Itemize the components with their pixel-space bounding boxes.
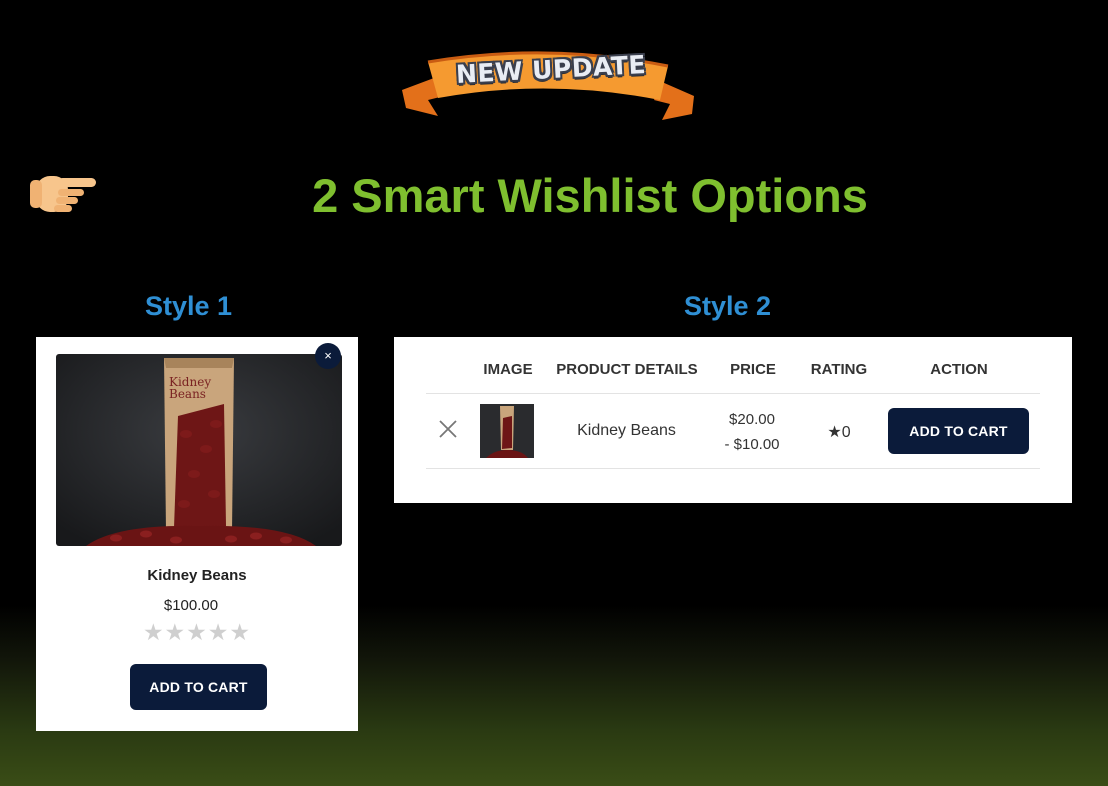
price-low: - $10.00 <box>724 436 780 453</box>
header-product-details: PRODUCT DETAILS <box>556 361 698 378</box>
headline: 2 Smart Wishlist Options <box>312 169 868 222</box>
price-high: $20.00 <box>729 411 775 428</box>
product-price: $100.00 <box>163 597 219 614</box>
svg-text:Beans: Beans <box>169 387 206 401</box>
add-to-cart-button[interactable]: ADD TO CART <box>130 664 267 710</box>
product-price: $20.00 - $10.00 <box>712 407 792 457</box>
style1-label: Style 1 <box>145 291 233 321</box>
product-thumbnail[interactable] <box>480 404 534 458</box>
divider <box>426 393 1040 394</box>
header-price: PRICE <box>730 361 776 378</box>
header-action: ACTION <box>930 361 988 378</box>
add-to-cart-button[interactable]: ADD TO CART <box>888 408 1029 454</box>
product-rating: ★0 <box>827 424 851 441</box>
style2-label: Style 2 <box>684 291 772 321</box>
header-rating: RATING <box>810 361 868 378</box>
wishlist-table: IMAGE PRODUCT DETAILS PRICE RATING ACTIO… <box>394 337 1072 503</box>
divider <box>426 468 1040 469</box>
star-rating: ★★★★★ <box>142 619 252 645</box>
close-icon[interactable]: × <box>315 343 341 369</box>
product-name[interactable]: Kidney Beans <box>36 567 358 584</box>
product-name[interactable]: Kidney Beans <box>544 422 709 440</box>
wishlist-card: Kidney Beans × Kidney Beans $100.00 ★★★★… <box>36 337 358 731</box>
header-image: IMAGE <box>483 361 533 378</box>
remove-x-icon[interactable] <box>436 417 460 441</box>
product-image[interactable]: Kidney Beans <box>56 354 342 546</box>
pointing-hand-icon <box>30 176 96 212</box>
